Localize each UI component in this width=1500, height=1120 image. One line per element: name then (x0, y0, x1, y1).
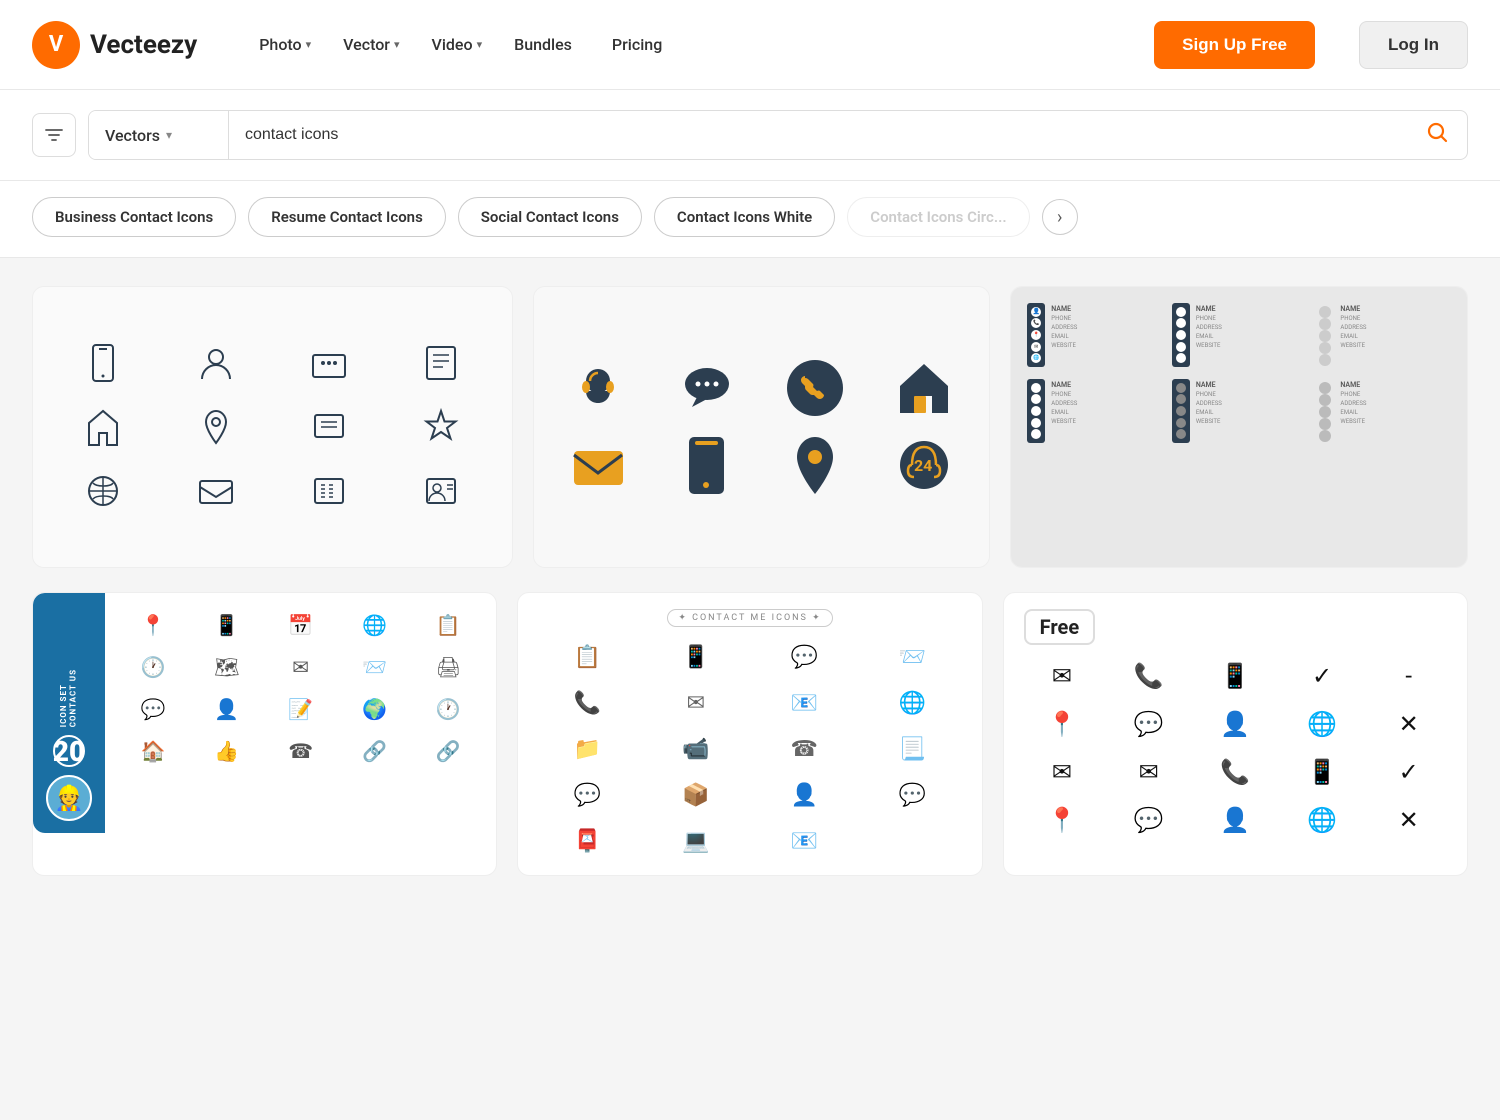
header: V Vecteezy Photo ▾ Vector ▾ Video ▾ Bund… (0, 0, 1500, 90)
chips-more-button[interactable]: › (1042, 199, 1078, 235)
card-20-contact[interactable]: CONTACT USICON SET 20 👷 📍 📱 📅 🌐 📋 🕐 🗺 ✉ … (32, 592, 497, 876)
chip-circle[interactable]: Contact Icons Circ... (847, 197, 1029, 237)
card-contact-me[interactable]: ✦ CONTACT ME ICONS ✦ 📋 📱 💬 📨 📞 ✉ 📧 🌐 📁 📹… (517, 592, 982, 876)
main-nav: Photo ▾ Vector ▾ Video ▾ Bundles Pricing (245, 27, 676, 62)
card-contact-white[interactable]: 👤 📞 📍 ✉ 🌐 NAME PHONE ADDRESS EMAIL WEBSI… (1010, 286, 1468, 568)
logo-text: Vecteezy (90, 30, 197, 60)
card-social-contact[interactable]: 24 (533, 286, 991, 568)
search-wrapper: Vectors ▾ (88, 110, 1468, 160)
contact-me-badge: ✦ CONTACT ME ICONS ✦ (667, 609, 832, 627)
search-input[interactable] (229, 126, 1407, 144)
nav-photo[interactable]: Photo ▾ (245, 27, 325, 62)
free-badge: Free (1024, 609, 1095, 645)
chevron-down-icon: ▾ (394, 38, 400, 51)
chip-business[interactable]: Business Contact Icons (32, 197, 236, 237)
business-icon-grid (57, 341, 488, 513)
top-row: 24 👤 📞 📍 ✉ 🌐 NAME (32, 286, 1468, 568)
chevron-down-icon: ▾ (477, 38, 483, 51)
chevron-down-icon: ▾ (166, 128, 172, 142)
card-business-contact[interactable] (32, 286, 513, 568)
nav-bundles[interactable]: Bundles (500, 27, 586, 62)
bottom-row: CONTACT USICON SET 20 👷 📍 📱 📅 🌐 📋 🕐 🗺 ✉ … (32, 592, 1468, 876)
search-submit-button[interactable] (1407, 120, 1467, 150)
chip-white[interactable]: Contact Icons White (654, 197, 835, 237)
logo[interactable]: V Vecteezy (32, 21, 197, 69)
chevron-down-icon: ▾ (306, 38, 312, 51)
logo-icon: V (32, 21, 80, 69)
nav-video[interactable]: Video ▾ (417, 27, 496, 62)
chip-resume[interactable]: Resume Contact Icons (248, 197, 446, 237)
sidebar-text: CONTACT USICON SET (59, 669, 78, 727)
signup-button[interactable]: Sign Up Free (1154, 21, 1315, 69)
login-button[interactable]: Log In (1359, 21, 1468, 69)
search-bar: Vectors ▾ (0, 90, 1500, 181)
nav-pricing[interactable]: Pricing (598, 27, 676, 62)
filter-button[interactable] (32, 113, 76, 157)
chip-social[interactable]: Social Contact Icons (458, 197, 642, 237)
card-free-contact[interactable]: Free ✉ 📞 📱 ✓ - 📍 💬 👤 🌐 ✕ ✉ ✉ 📞 📱 (1003, 592, 1468, 876)
search-category-select[interactable]: Vectors ▾ (89, 111, 229, 159)
nav-vector[interactable]: Vector ▾ (329, 27, 413, 62)
svg-text:24: 24 (914, 456, 932, 475)
main-content: 24 👤 📞 📍 ✉ 🌐 NAME (0, 258, 1500, 904)
filter-chips: Business Contact Icons Resume Contact Ic… (0, 181, 1500, 258)
